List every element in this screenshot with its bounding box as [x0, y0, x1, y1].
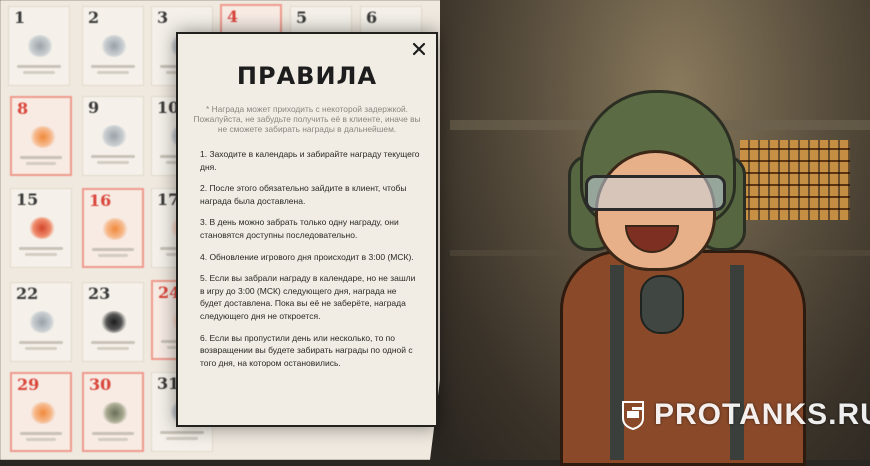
- day-number: 22: [16, 284, 39, 303]
- calendar-day[interactable]: 30: [82, 372, 144, 452]
- rule-text: 2. После этого обязательно зайдите в кли…: [200, 183, 407, 206]
- reward-image: [30, 126, 56, 148]
- calendar-day[interactable]: 23: [82, 282, 144, 362]
- reward-image: [102, 402, 128, 424]
- reward-image: [29, 217, 55, 239]
- modal-note: * Награда может приходить с некоторой за…: [193, 104, 421, 134]
- day-number: 15: [16, 190, 39, 209]
- day-number: 3: [157, 8, 169, 27]
- rules-list: 1. Заходите в календарь и забирайте нагр…: [200, 148, 420, 378]
- modal-title: ПРАВИЛА: [236, 62, 378, 90]
- close-icon: [412, 42, 426, 56]
- day-number: 2: [88, 8, 100, 27]
- calendar-day[interactable]: 8: [10, 96, 72, 176]
- calendar-day[interactable]: 15: [10, 188, 72, 268]
- rule-item: 3. В день можно забрать только одну нагр…: [200, 216, 420, 241]
- rule-text: 6. Если вы пропустили день или несколько…: [200, 332, 413, 368]
- reward-image: [101, 311, 127, 333]
- rule-text: 5. Если вы забрали награду в календаре, …: [200, 273, 416, 321]
- rule-text: 3. В день можно забрать только одну нагр…: [200, 217, 399, 240]
- day-number: 9: [88, 98, 100, 117]
- rules-modal: ПРАВИЛА * Награда может приходить с неко…: [176, 32, 438, 427]
- calendar-day[interactable]: 29: [10, 372, 72, 452]
- calendar-day[interactable]: 9: [82, 96, 144, 176]
- close-button[interactable]: [408, 38, 430, 60]
- rule-item: 6. Если вы пропустили день или несколько…: [200, 332, 420, 370]
- day-number: 5: [296, 8, 308, 27]
- reward-image: [29, 311, 55, 333]
- calendar-day[interactable]: 2: [82, 6, 144, 86]
- day-number: 6: [366, 8, 378, 27]
- rule-text: 4. Обновление игрового дня происходит в …: [200, 251, 414, 262]
- reward-image: [27, 35, 53, 57]
- reward-image: [102, 218, 128, 240]
- calendar-day[interactable]: 1: [8, 6, 70, 86]
- day-number: 8: [17, 99, 29, 118]
- reward-image: [101, 125, 127, 147]
- character-body: [560, 250, 806, 466]
- day-number: 29: [17, 375, 40, 394]
- calendar-day[interactable]: 22: [10, 282, 72, 362]
- rule-item: 5. Если вы забрали награду в календаре, …: [200, 272, 420, 322]
- gas-mask-tube: [640, 275, 684, 334]
- watermark: PROTANKS.RU: [620, 398, 870, 432]
- rule-item: 4. Обновление игрового дня происходит в …: [200, 251, 420, 264]
- day-number: 23: [88, 284, 111, 303]
- reward-image: [101, 35, 127, 57]
- day-number: 4: [227, 7, 239, 26]
- day-number: 30: [89, 375, 112, 394]
- rule-item: 2. После этого обязательно зайдите в кли…: [200, 182, 420, 207]
- reward-image: [30, 402, 56, 424]
- rule-text: 1. Заходите в календарь и забирайте нагр…: [200, 149, 420, 172]
- day-number: 16: [89, 191, 112, 210]
- day-number: 1: [14, 8, 26, 27]
- calendar-day[interactable]: 16: [82, 188, 144, 268]
- watermark-text: PROTANKS.RU: [654, 398, 870, 431]
- character-glasses: [585, 175, 726, 211]
- rule-item: 1. Заходите в календарь и забирайте нагр…: [200, 148, 420, 173]
- tank-logo-icon: [622, 401, 644, 430]
